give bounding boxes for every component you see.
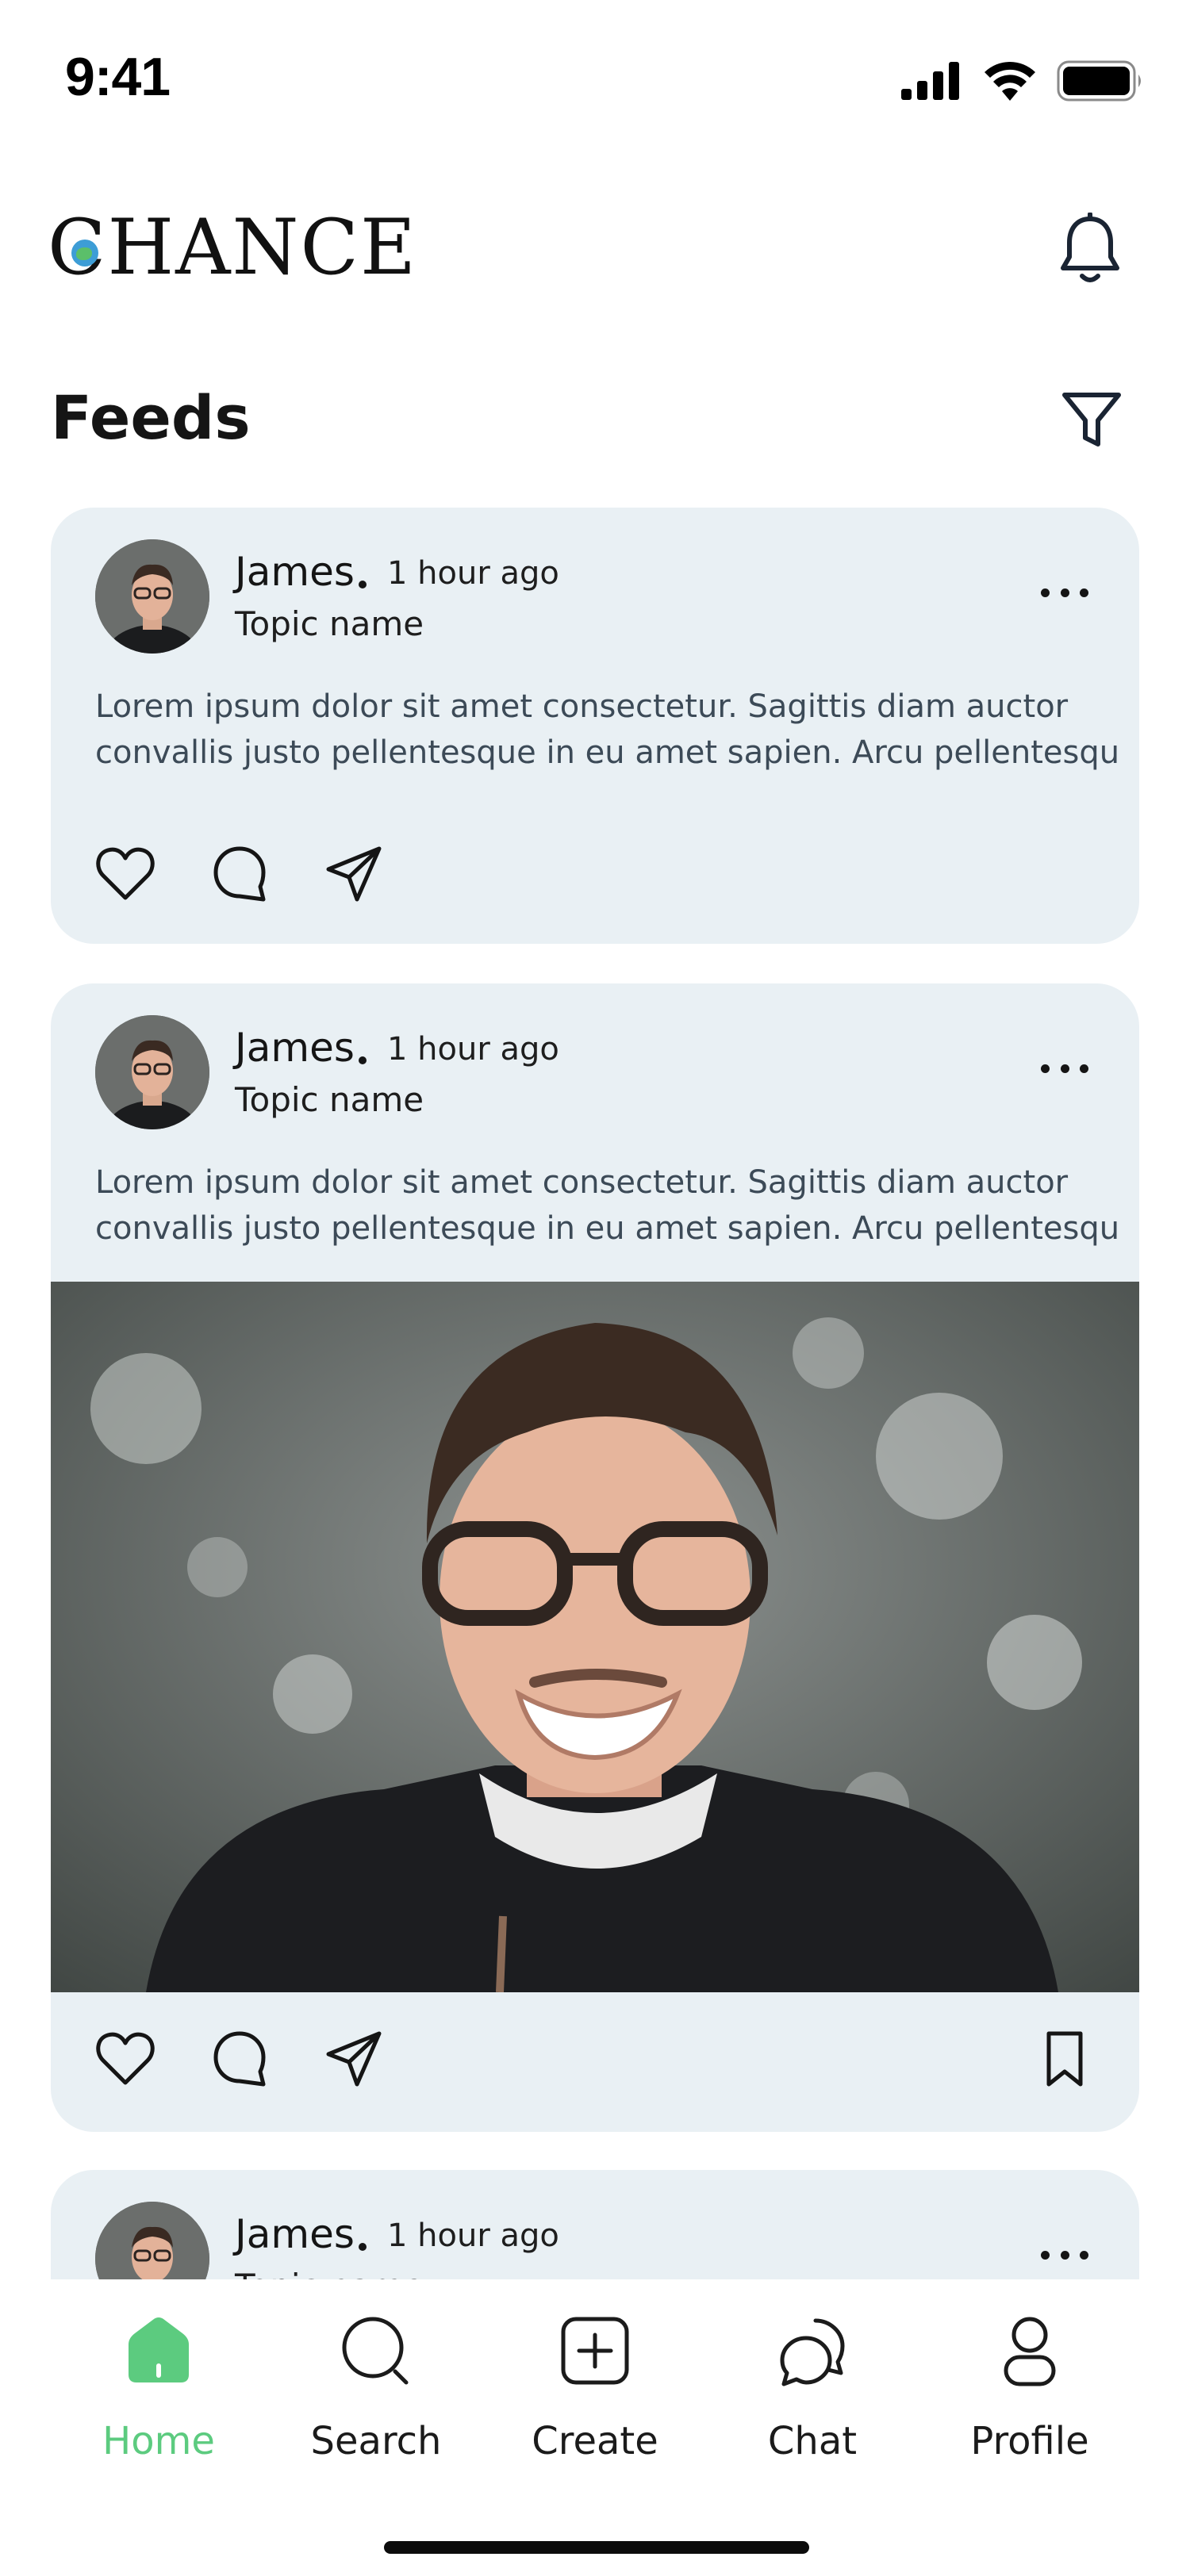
status-bar: 9:41 <box>0 0 1190 159</box>
status-icons <box>900 59 1144 103</box>
separator-dot <box>359 1056 367 1064</box>
bookmark-icon[interactable] <box>1031 2026 1098 2092</box>
avatar[interactable] <box>95 1015 209 1129</box>
home-icon <box>129 2317 189 2382</box>
separator-dot <box>359 581 367 588</box>
comment-icon[interactable] <box>206 841 273 907</box>
post-topic[interactable]: Topic name <box>235 1080 424 1119</box>
user-icon <box>1004 2317 1056 2386</box>
more-options-icon[interactable] <box>1041 2251 1088 2264</box>
page-title: Feeds <box>51 382 251 453</box>
post-text-line: convallis justo pellentesque in eu amet … <box>95 1210 1119 1247</box>
status-time: 9:41 <box>65 47 171 107</box>
post-author[interactable]: James <box>235 1025 355 1071</box>
nav-create[interactable]: Create <box>500 2314 690 2481</box>
post-text-line: Lorem ipsum dolor sit amet consectetur. … <box>95 688 1069 725</box>
avatar[interactable] <box>95 539 209 654</box>
more-options-icon[interactable] <box>1041 588 1088 601</box>
post-time: 1 hour ago <box>387 1031 559 1068</box>
post-time: 1 hour ago <box>387 555 559 592</box>
nav-label: Search <box>310 2419 442 2463</box>
post-topic[interactable]: Topic name <box>235 604 424 643</box>
post-photo[interactable] <box>51 1282 1139 1992</box>
nav-chat[interactable]: Chat <box>717 2314 908 2481</box>
bottom-nav: Home Search Create Chat Profile <box>0 2279 1190 2576</box>
logo-text: CHANCE <box>48 203 418 292</box>
bell-icon[interactable] <box>1057 213 1123 286</box>
nav-label: Home <box>102 2419 215 2463</box>
post-card: James 1 hour ago Topic name Lorem ipsum … <box>51 508 1139 944</box>
nav-profile[interactable]: Profile <box>935 2314 1125 2481</box>
post-time: 1 hour ago <box>387 2218 559 2254</box>
nav-label: Create <box>532 2419 658 2463</box>
nav-label: Profile <box>970 2419 1089 2463</box>
like-icon[interactable] <box>92 841 159 907</box>
share-icon[interactable] <box>321 841 387 907</box>
nav-label: Chat <box>767 2419 858 2463</box>
post-card: James 1 hour ago Topic name Lorem ipsum … <box>51 983 1139 2132</box>
separator-dot <box>359 2243 367 2251</box>
app-logo: CHANCE <box>48 208 417 287</box>
post-author[interactable]: James <box>235 549 355 595</box>
signal-icon <box>901 62 959 100</box>
filter-icon[interactable] <box>1060 389 1123 452</box>
post-text-line: Lorem ipsum dolor sit amet consectetur. … <box>95 1164 1069 1201</box>
globe-heart-icon <box>71 240 98 266</box>
post-text: Lorem ipsum dolor sit amet consectetur. … <box>95 1160 1119 1252</box>
more-options-icon[interactable] <box>1041 1064 1088 1077</box>
plus-square-icon <box>561 2317 629 2385</box>
post-text-line: convallis justo pellentesque in eu amet … <box>95 734 1119 771</box>
nav-search[interactable]: Search <box>281 2314 471 2481</box>
battery-icon <box>1057 60 1141 102</box>
comment-icon[interactable] <box>206 2026 273 2092</box>
share-icon[interactable] <box>321 2026 387 2092</box>
like-icon[interactable] <box>92 2026 159 2092</box>
search-icon <box>342 2317 409 2385</box>
wifi-icon <box>985 62 1035 101</box>
chat-icon <box>780 2318 845 2386</box>
post-author[interactable]: James <box>235 2211 355 2257</box>
nav-home[interactable]: Home <box>63 2314 254 2481</box>
post-text: Lorem ipsum dolor sit amet consectetur. … <box>95 684 1119 776</box>
home-indicator[interactable] <box>384 2541 809 2554</box>
